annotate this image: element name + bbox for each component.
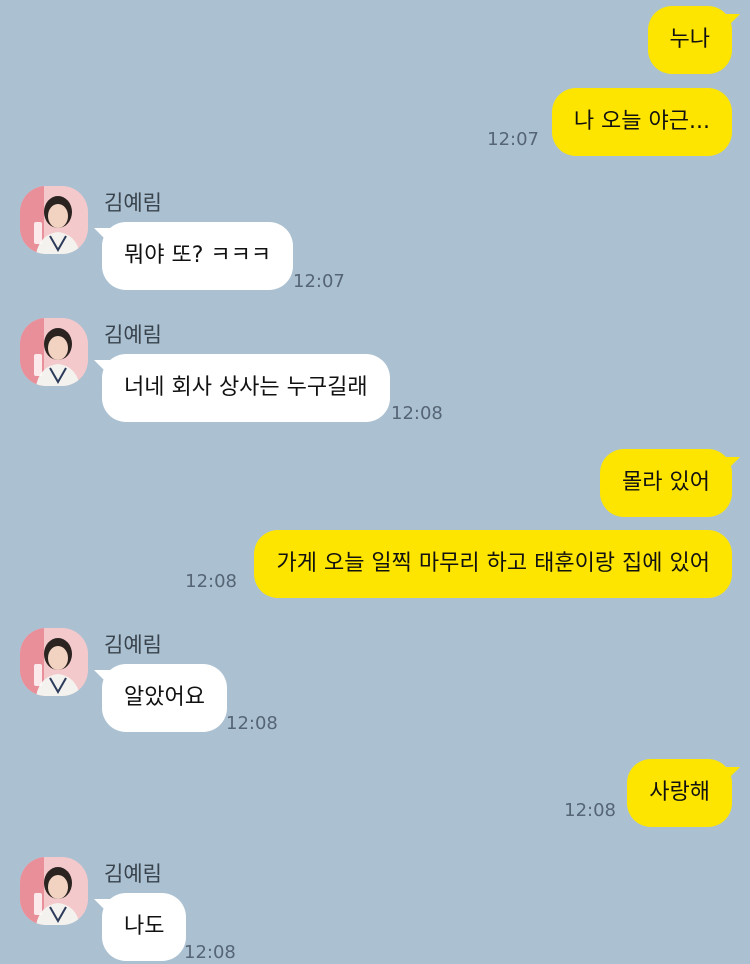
contact-avatar[interactable]	[20, 628, 88, 696]
bubble-tail	[94, 360, 110, 376]
message-time: 12:08	[185, 571, 237, 592]
message-text: 너네 회사 상사는 누구길래	[124, 375, 368, 400]
message-text: 사랑해	[649, 780, 710, 805]
sender-name: 김예림	[104, 323, 162, 347]
message-text: 나 오늘 야근...	[573, 109, 710, 134]
message-time: 12:08	[564, 800, 616, 821]
bubble-tail	[94, 228, 110, 244]
contact-avatar[interactable]	[20, 318, 88, 386]
my-message-bubble[interactable]: 나 오늘 야근...	[551, 88, 732, 156]
message-time: 12:07	[487, 129, 539, 150]
my-message-bubble[interactable]: 사랑해	[627, 759, 732, 827]
message-text: 가게 오늘 일찍 마무리 하고 태훈이랑 집에 있어	[276, 551, 710, 576]
their-message-bubble[interactable]: 뭐야 또? ㅋㅋㅋ	[102, 222, 294, 290]
contact-avatar[interactable]	[20, 857, 88, 925]
sender-name: 김예림	[104, 633, 162, 657]
profile-photo-icon	[20, 628, 88, 696]
contact-avatar[interactable]	[20, 186, 88, 254]
message-text: 누나	[669, 27, 710, 52]
message-time: 12:08	[226, 713, 278, 734]
message-text: 뭐야 또? ㅋㅋㅋ	[124, 243, 272, 268]
profile-photo-icon	[20, 186, 88, 254]
bubble-tail	[724, 14, 740, 30]
my-message-bubble[interactable]: 가게 오늘 일찍 마무리 하고 태훈이랑 집에 있어	[254, 530, 732, 598]
their-message-bubble[interactable]: 알았어요	[102, 664, 227, 732]
bubble-tail	[724, 767, 740, 783]
profile-photo-icon	[20, 318, 88, 386]
bubble-tail	[724, 457, 740, 473]
sender-name: 김예림	[104, 862, 162, 886]
message-text: 몰라 있어	[622, 470, 710, 495]
bubble-tail	[94, 670, 110, 686]
message-text: 알았어요	[124, 685, 205, 710]
my-message-bubble[interactable]: 누나	[647, 6, 732, 74]
message-time: 12:08	[391, 403, 443, 424]
my-message-bubble[interactable]: 몰라 있어	[600, 449, 732, 517]
their-message-bubble[interactable]: 너네 회사 상사는 누구길래	[102, 354, 390, 422]
their-message-bubble[interactable]: 나도	[102, 893, 187, 961]
message-text: 나도	[124, 914, 165, 939]
message-time: 12:07	[293, 271, 345, 292]
profile-photo-icon	[20, 857, 88, 925]
bubble-tail	[94, 899, 110, 915]
sender-name: 김예림	[104, 191, 162, 215]
message-time: 12:08	[184, 942, 236, 963]
